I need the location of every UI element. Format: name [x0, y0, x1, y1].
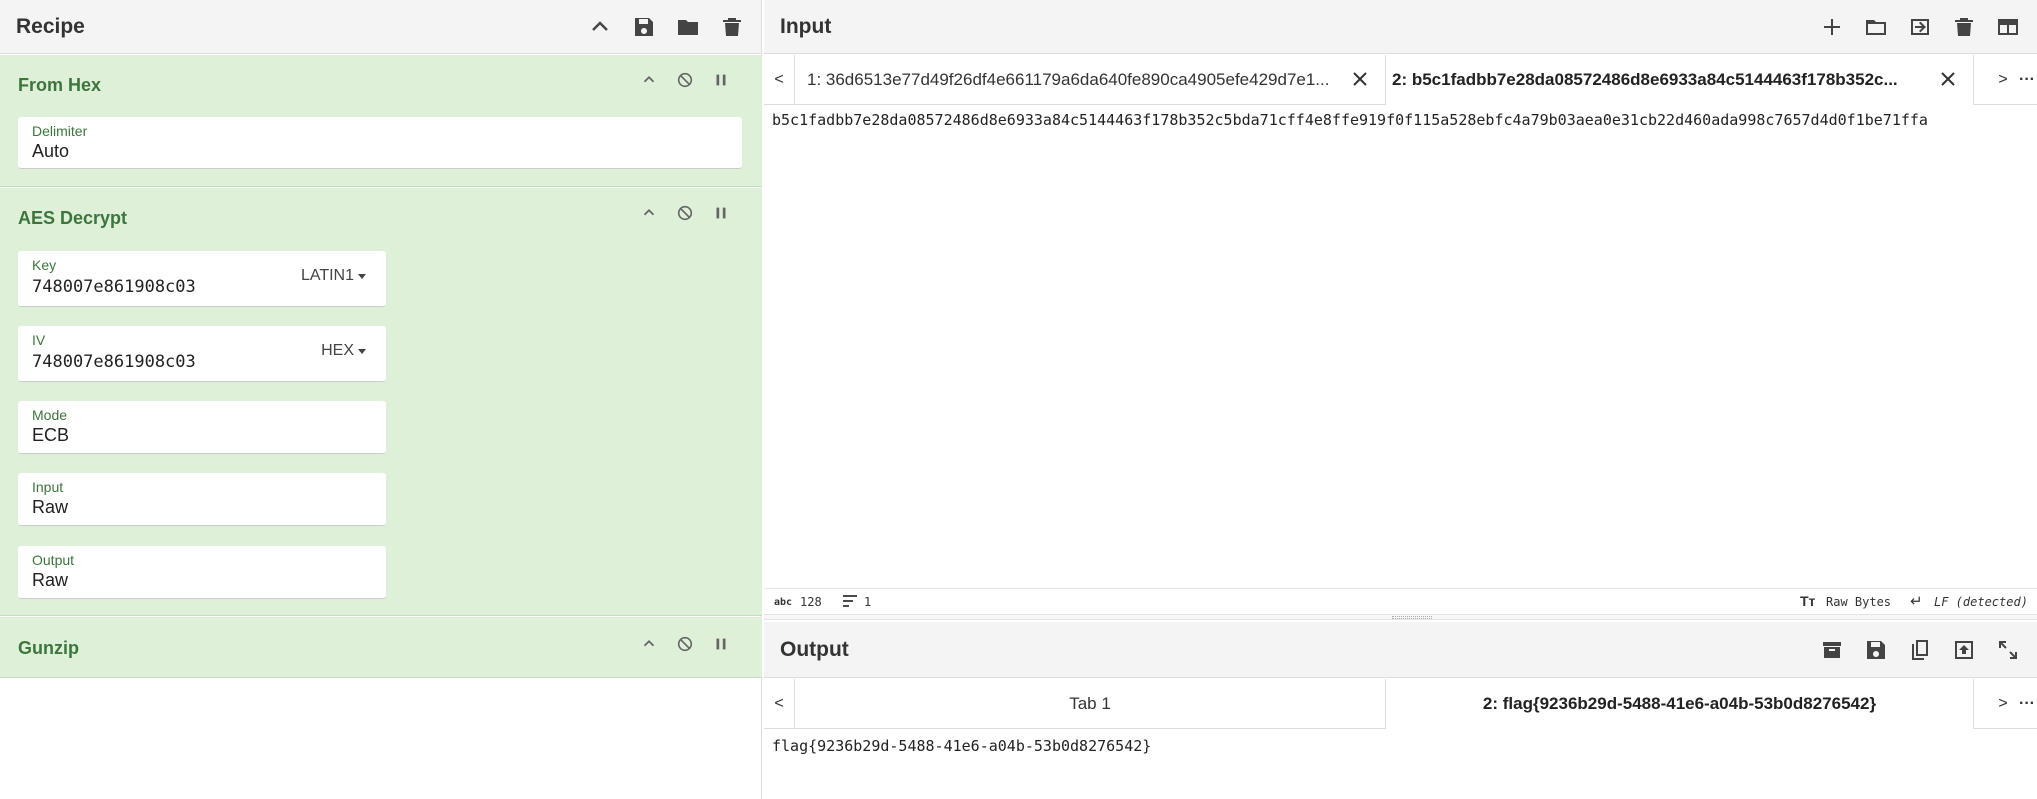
tab-more-button[interactable]: ···: [2012, 679, 2037, 729]
tab-prev-button[interactable]: <: [764, 679, 794, 729]
op-title: From Hex: [18, 75, 102, 95]
pane-divider[interactable]: [764, 614, 2037, 620]
output-tab-bar: < Tab 1 2: flag{9236b29d-5488-41e6-a04b-…: [764, 679, 2037, 729]
field-label: IV: [32, 332, 46, 348]
field-label: Key: [32, 257, 57, 273]
dropdown-label: LATIN1: [300, 267, 354, 284]
dropdown-label: HEX: [321, 342, 354, 359]
folder-icon[interactable]: [1861, 12, 1891, 42]
text-size-icon: Tт: [1800, 593, 1816, 609]
archive-icon[interactable]: [1817, 635, 1847, 665]
output-format-field[interactable]: Output Raw: [18, 546, 386, 599]
op-from-hex[interactable]: From Hex Delimiter Auto: [0, 55, 762, 187]
folder-icon[interactable]: [673, 12, 703, 42]
eol-icon: ↵: [1910, 593, 1923, 610]
chevron-up-icon[interactable]: [638, 633, 660, 655]
disable-icon[interactable]: [674, 202, 696, 224]
pause-icon[interactable]: [710, 69, 732, 91]
key-field[interactable]: Key 748007e861908c03 LATIN1: [18, 251, 386, 307]
iv-field[interactable]: IV 748007e861908c03 HEX: [18, 326, 386, 382]
input-tab-1[interactable]: 1: 36d6513e77d49f26df4e661179a6da640fe89…: [794, 55, 1386, 105]
input-lines: 1: [864, 595, 872, 609]
input-eol[interactable]: LF (detected): [1934, 595, 2028, 609]
disable-icon[interactable]: [674, 69, 696, 91]
op-gunzip[interactable]: Gunzip: [0, 617, 762, 678]
op-aes-decrypt[interactable]: AES Decrypt Key 748007e861908c03 LATIN1 …: [0, 188, 762, 616]
field-label: Output: [32, 552, 75, 568]
output-text[interactable]: flag{9236b29d-5488-41e6-a04b-53b0d827654…: [772, 737, 1151, 755]
input-tab-bar: < 1: 36d6513e77d49f26df4e661179a6da640fe…: [764, 55, 2037, 105]
close-icon[interactable]: [1937, 68, 1959, 90]
iv-encoding-dropdown[interactable]: HEX: [321, 342, 366, 360]
input-length: 128: [800, 595, 822, 609]
pause-icon[interactable]: [710, 633, 732, 655]
disable-icon[interactable]: [674, 633, 696, 655]
chevron-up-icon[interactable]: [638, 202, 660, 224]
caret-down-icon: [358, 273, 366, 279]
save-icon[interactable]: [629, 12, 659, 42]
recipe-header: Recipe: [0, 0, 761, 54]
input-text[interactable]: b5c1fadbb7e28da08572486d8e6933a84c514446…: [772, 111, 1928, 129]
pause-icon[interactable]: [710, 202, 732, 224]
tab-prev-button[interactable]: <: [764, 55, 794, 105]
input-header: Input: [764, 0, 2037, 54]
op-title: AES Decrypt: [18, 208, 128, 228]
field-value: ECB: [32, 425, 70, 445]
plus-icon[interactable]: [1817, 12, 1847, 42]
close-icon[interactable]: [1349, 68, 1371, 90]
input-encoding[interactable]: Raw Bytes: [1826, 595, 1891, 609]
field-label: Delimiter: [32, 123, 88, 139]
field-value: 748007e861908c03: [32, 277, 196, 297]
key-encoding-dropdown[interactable]: LATIN1: [301, 267, 366, 285]
trash-icon[interactable]: [1949, 12, 1979, 42]
recipe-title: Recipe: [16, 14, 85, 38]
field-value: Raw: [32, 497, 69, 517]
fullscreen-icon[interactable]: [1993, 635, 2023, 665]
field-value: 748007e861908c03: [32, 352, 196, 372]
tab-more-button[interactable]: ···: [2012, 55, 2037, 105]
delimiter-field[interactable]: Delimiter Auto: [18, 117, 742, 169]
io-pane: Input < 1: 36d6513e77d49f26df4e661179a6d…: [764, 0, 2037, 799]
input-title: Input: [780, 14, 832, 38]
field-label: Input: [32, 479, 64, 495]
output-header: Output: [764, 622, 2037, 678]
output-tab-2[interactable]: 2: flag{9236b29d-5488-41e6-a04b-53b0d827…: [1386, 679, 1974, 729]
lines-icon: [842, 594, 858, 611]
save-icon[interactable]: [1861, 635, 1891, 665]
field-label: Mode: [32, 407, 68, 423]
output-tab-1[interactable]: Tab 1: [794, 679, 1386, 729]
tab-label: Tab 1: [1069, 694, 1111, 713]
mode-field[interactable]: Mode ECB: [18, 401, 386, 454]
field-value: Auto: [32, 141, 70, 161]
caret-down-icon: [358, 348, 366, 354]
upload-icon[interactable]: [1949, 635, 1979, 665]
input-status-bar: abc 128 1 Tт Raw Bytes ↵ LF (detected): [764, 588, 2037, 614]
tab-label: 2: b5c1fadbb7e28da08572486d8e6933a84c514…: [1392, 70, 1898, 89]
copy-icon[interactable]: [1905, 635, 1935, 665]
tab-label: 1: 36d6513e77d49f26df4e661179a6da640fe89…: [807, 70, 1330, 89]
drag-handle-icon[interactable]: [1392, 616, 1432, 619]
length-icon: abc: [774, 597, 793, 608]
chevron-up-icon[interactable]: [638, 69, 660, 91]
trash-icon[interactable]: [717, 12, 747, 42]
tab-label: 2: flag{9236b29d-5488-41e6-a04b-53b0d827…: [1482, 694, 1877, 713]
recipe-pane: Recipe From Hex Delimiter Auto AES Decry…: [0, 0, 762, 799]
chevron-up-icon[interactable]: [585, 12, 615, 42]
input-format-field[interactable]: Input Raw: [18, 473, 386, 526]
input-tab-2[interactable]: 2: b5c1fadbb7e28da08572486d8e6933a84c514…: [1386, 55, 1974, 105]
output-title: Output: [780, 637, 849, 661]
layout-icon[interactable]: [1993, 12, 2023, 42]
import-icon[interactable]: [1905, 12, 1935, 42]
op-title: Gunzip: [18, 638, 79, 658]
field-value: Raw: [32, 570, 69, 590]
